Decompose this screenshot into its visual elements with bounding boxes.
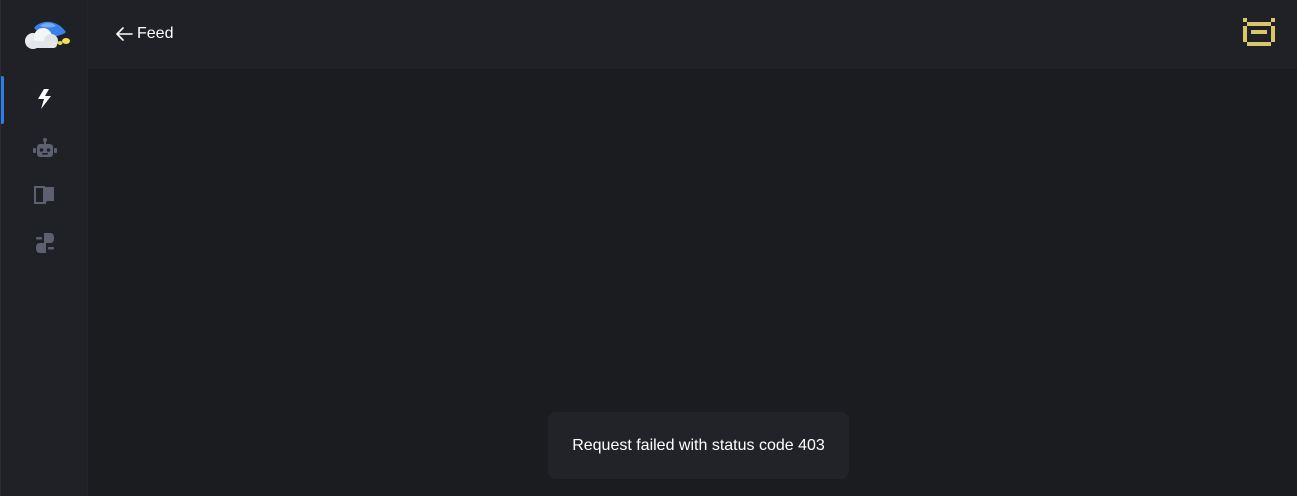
lightning-icon	[36, 88, 54, 110]
back-link-label: Feed	[137, 25, 174, 42]
sidebar-item-docs[interactable]	[1, 172, 89, 218]
cloud-logo[interactable]	[22, 16, 70, 52]
error-toast: Request failed with status code 403	[548, 412, 849, 479]
user-avatar[interactable]	[1243, 18, 1275, 50]
toast-message: Request failed with status code 403	[572, 436, 825, 454]
book-icon	[33, 183, 57, 207]
app-window: Feed Request failed with status code 403	[0, 0, 1297, 496]
robot-icon	[32, 138, 58, 160]
integration-icon	[34, 232, 56, 254]
arrow-left-icon	[116, 27, 133, 41]
top-header: Feed	[88, 0, 1297, 70]
sidebar	[0, 0, 88, 496]
pixel-avatar-icon	[1243, 18, 1275, 54]
sidebar-item-bots[interactable]	[1, 126, 89, 172]
sidebar-item-integrations[interactable]	[1, 220, 89, 266]
sidebar-item-feed[interactable]	[1, 76, 89, 124]
back-to-feed-link[interactable]: Feed	[116, 22, 173, 46]
